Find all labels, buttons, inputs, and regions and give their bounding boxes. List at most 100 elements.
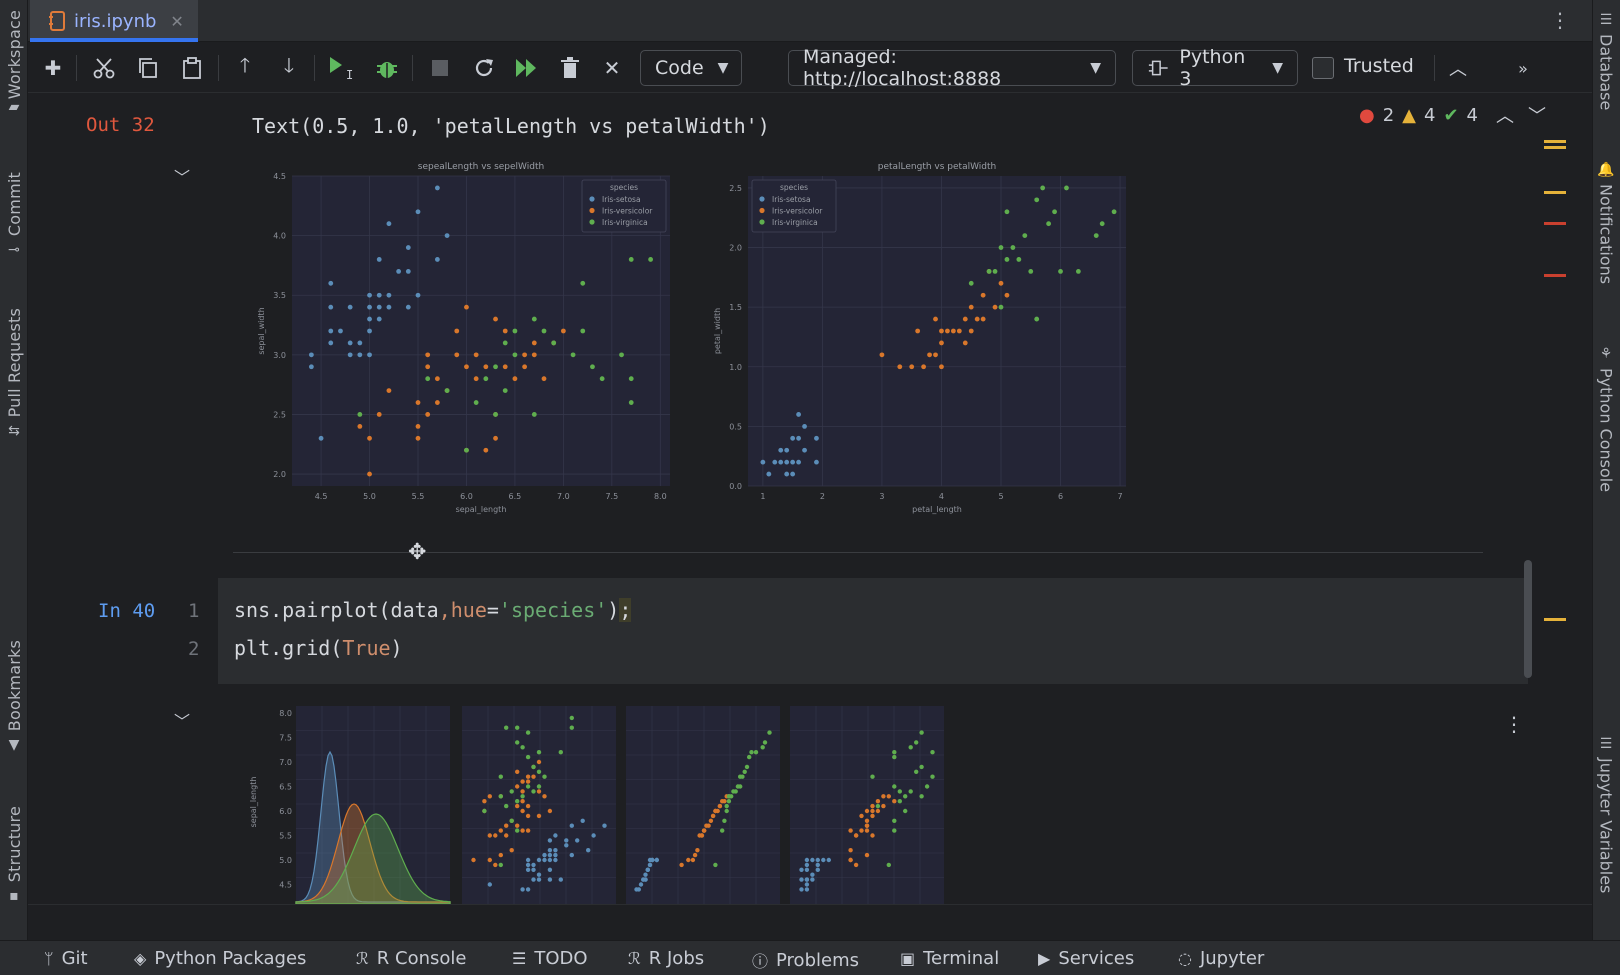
data-point <box>493 862 498 868</box>
data-point <box>708 818 714 823</box>
tool-window-jupyter[interactable]: ◌ Jupyter <box>1178 948 1264 969</box>
data-point <box>643 872 648 877</box>
chevron-down-icon: ▼ <box>717 60 729 76</box>
move-cell-up-icon[interactable]: 🡑 <box>234 53 256 83</box>
tool-window-database[interactable]: ☰ Database <box>1592 12 1620 110</box>
data-point <box>726 799 732 804</box>
ok-count: 4 <box>1466 104 1478 126</box>
code-line-2[interactable]: plt.grid(True) <box>234 636 403 660</box>
data-point <box>464 447 469 453</box>
data-point <box>814 435 819 441</box>
tool-window-python-console[interactable]: ⚘ Python Console <box>1592 346 1620 492</box>
collapse-output-icon[interactable]: ﹀ <box>174 164 190 188</box>
trusted-checkbox[interactable] <box>1312 57 1334 79</box>
code-line-1[interactable]: sns.pairplot(data,hue='species'); <box>234 598 632 622</box>
data-point <box>628 400 634 405</box>
tool-window-terminal[interactable]: ▣ Terminal <box>900 948 999 969</box>
add-cell-icon[interactable]: ✚ <box>42 53 64 83</box>
legend-entry: Iris-versicolor <box>772 207 823 216</box>
data-point <box>328 328 334 334</box>
drag-move-icon[interactable]: ✥ <box>408 540 426 565</box>
data-point <box>654 857 659 863</box>
data-point <box>522 352 528 358</box>
legend-title: species <box>610 183 638 192</box>
tool-window-jupyter-variables[interactable]: ☰ Jupyter Variables <box>1592 736 1620 893</box>
stop-kernel-icon[interactable] <box>428 53 452 83</box>
error-stripe[interactable] <box>1544 222 1566 225</box>
tool-window-bookmarks[interactable]: Bookmarks ▼ <box>0 640 28 753</box>
chart-title: petalLength vs petalWidth <box>878 162 997 172</box>
data-point <box>921 364 927 370</box>
code-cell[interactable] <box>218 578 1528 684</box>
debug-cell-icon[interactable] <box>374 53 400 83</box>
more-actions-icon[interactable]: » <box>1512 53 1534 83</box>
tool-window-python-packages[interactable]: ◈ Python Packages <box>134 948 306 969</box>
data-point <box>536 857 542 863</box>
data-point <box>347 340 353 346</box>
collapse-output-icon[interactable]: ﹀ <box>174 708 190 732</box>
tool-window-r-console[interactable]: ℛ R Console <box>356 948 466 969</box>
clear-outputs-icon[interactable]: ✕ <box>600 53 624 83</box>
tool-window-pull-requests[interactable]: Pull Requests ⇆ <box>0 308 28 439</box>
warning-stripe[interactable] <box>1544 146 1566 149</box>
tool-window-git[interactable]: ᛘ Git <box>44 948 88 969</box>
data-point <box>919 794 924 799</box>
x-tick-label: 4 <box>939 492 944 501</box>
data-point <box>531 412 537 417</box>
tool-window-commit[interactable]: Commit ⊸ <box>0 172 28 258</box>
tool-window-problems[interactable]: ⓘ Problems <box>752 948 859 972</box>
cell-type-dropdown[interactable]: Code ▼ <box>640 50 742 86</box>
file-tab-iris[interactable]: iris.ipynb ✕ <box>30 0 198 42</box>
structure-icon: ▪ <box>9 888 19 905</box>
data-point <box>962 340 968 346</box>
tool-window-r-jobs[interactable]: ℛ R Jobs <box>628 948 704 969</box>
kernel-dropdown[interactable]: Python 3 ▼ <box>1132 46 1298 90</box>
data-point <box>520 789 525 794</box>
data-point <box>778 459 784 465</box>
data-point <box>892 784 897 789</box>
y-tick-label: 4.5 <box>273 172 286 181</box>
error-stripe[interactable] <box>1544 274 1566 277</box>
x-axis-label: petal_length <box>912 505 962 514</box>
cell-options-icon[interactable]: ⋮ <box>1504 712 1524 736</box>
previous-highlight-icon[interactable]: ︿ <box>1496 102 1514 128</box>
copy-icon[interactable] <box>136 53 160 83</box>
collapse-toolbar-icon[interactable]: ︿ <box>1446 53 1470 83</box>
delete-cell-icon[interactable] <box>558 53 582 83</box>
tab-options-icon[interactable]: ⋮ <box>1550 10 1570 30</box>
warning-stripe[interactable] <box>1544 618 1566 621</box>
tool-window-notifications[interactable]: 🔔 Notifications <box>1592 162 1620 284</box>
run-all-icon[interactable] <box>512 53 542 83</box>
editor-tab-bar: iris.ipynb ✕ ⋮ <box>28 0 1592 42</box>
run-cell-icon[interactable]: I <box>328 53 358 83</box>
next-highlight-icon[interactable]: ﹀ <box>1528 102 1546 128</box>
restart-kernel-icon[interactable] <box>472 53 496 83</box>
data-point <box>848 848 853 853</box>
paste-icon[interactable] <box>180 53 204 83</box>
data-point <box>558 750 563 755</box>
warning-stripe[interactable] <box>1544 191 1566 194</box>
code-token: 'species' <box>498 598 608 622</box>
vertical-scrollbar[interactable] <box>1524 560 1532 678</box>
tool-window-services[interactable]: ▶ Services <box>1038 948 1134 969</box>
tool-window-workspace[interactable]: ▰ Workspace <box>0 10 28 121</box>
cut-icon[interactable] <box>92 53 116 83</box>
tool-window-todo[interactable]: ☰ TODO <box>512 948 588 969</box>
tool-window-structure[interactable]: Structure ▪ <box>0 806 28 904</box>
data-point <box>483 376 489 382</box>
data-point <box>308 352 314 358</box>
data-point <box>531 774 536 779</box>
data-point <box>376 304 382 310</box>
data-point <box>504 833 509 838</box>
data-point <box>886 794 891 799</box>
data-point <box>980 292 986 298</box>
inspection-widget[interactable]: ● 2 ▲ 4 ✔ 4 ︿ ﹀ <box>1359 102 1546 128</box>
close-tab-icon[interactable]: ✕ <box>170 12 183 31</box>
data-point <box>493 833 498 838</box>
data-point <box>415 400 421 405</box>
jupyter-server-dropdown[interactable]: Managed: http://localhost:8888 ▼ <box>788 46 1116 90</box>
data-point <box>638 882 644 887</box>
move-cell-down-icon[interactable]: 🡓 <box>278 53 300 83</box>
data-point <box>454 352 460 358</box>
warning-stripe[interactable] <box>1544 140 1566 143</box>
